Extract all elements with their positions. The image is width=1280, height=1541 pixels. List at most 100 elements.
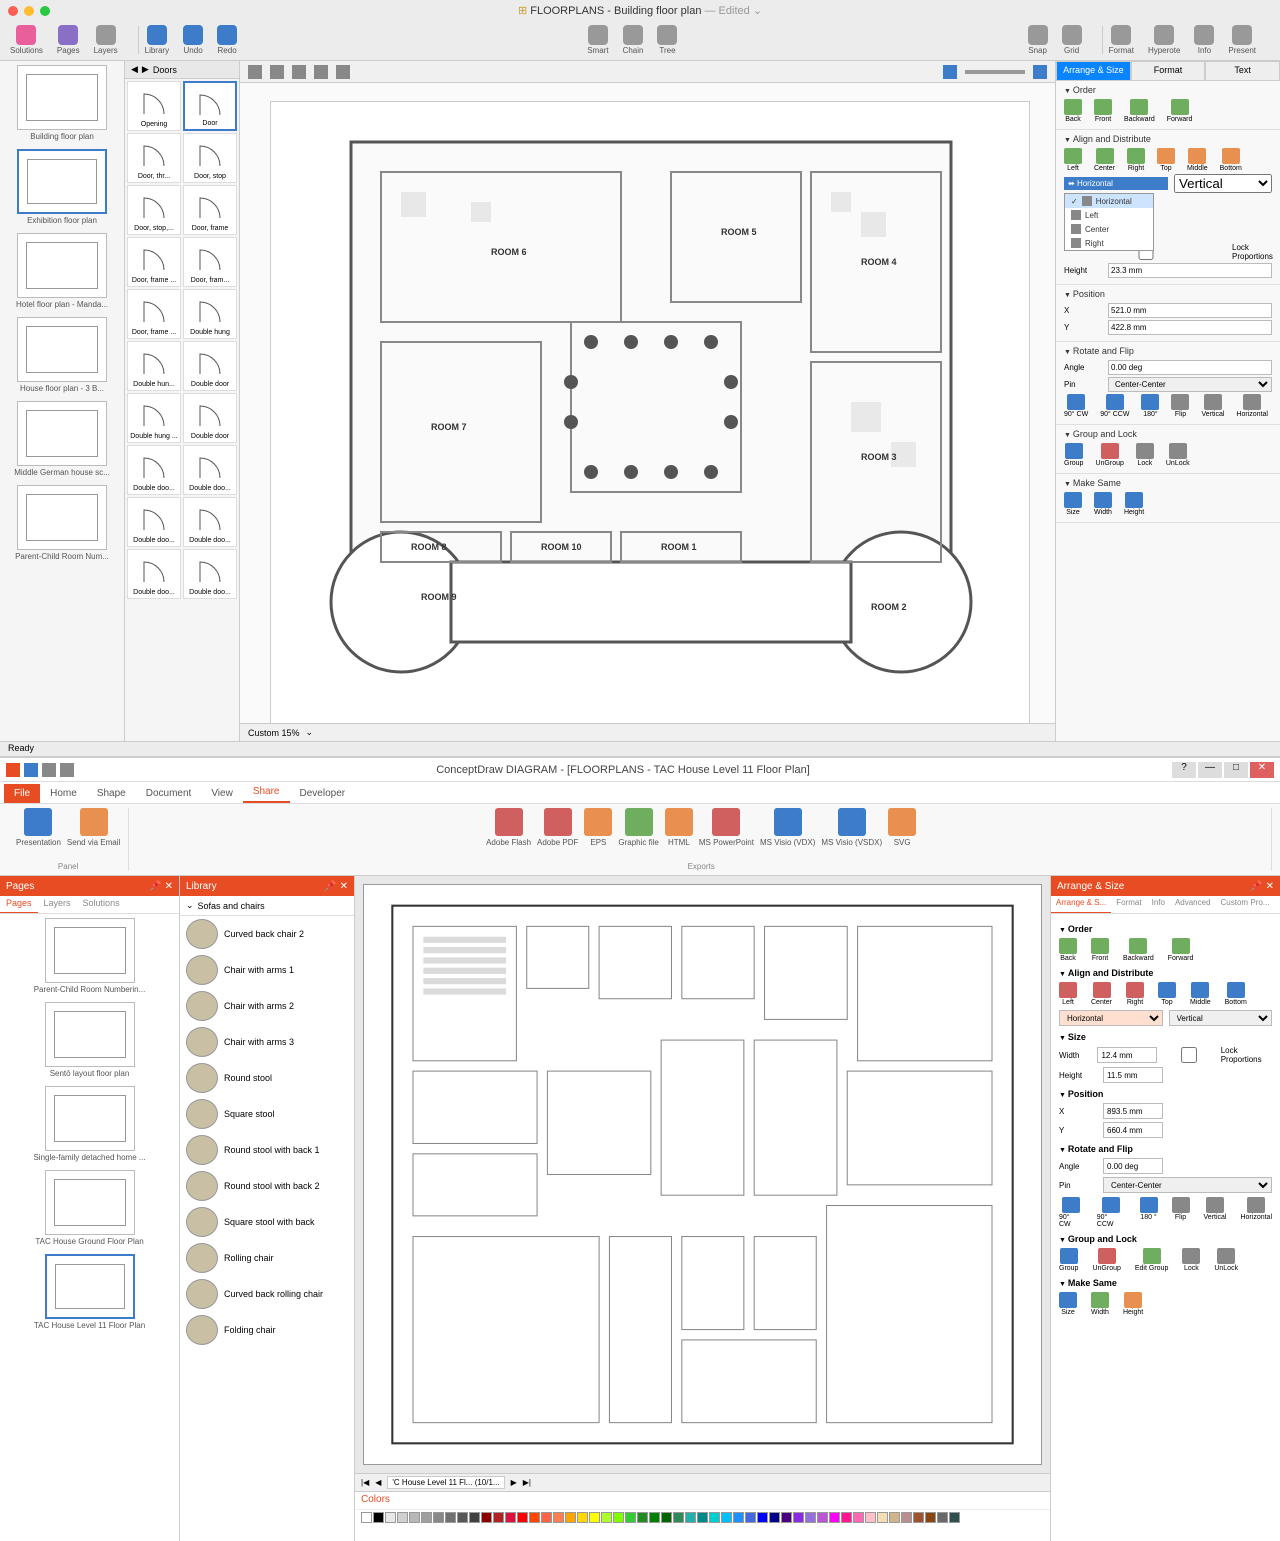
group-button[interactable]: Group (1059, 1248, 1078, 1272)
ribbon-presentation-button[interactable]: Presentation (16, 808, 61, 862)
ribbon-send-via-email-button[interactable]: Send via Email (67, 808, 120, 862)
edit-group-button[interactable]: Edit Group (1135, 1248, 1168, 1272)
page-thumbnail[interactable]: Building floor plan (4, 65, 120, 141)
color-swatch[interactable] (781, 1512, 792, 1523)
toolbar-grid-button[interactable]: Grid (1062, 25, 1082, 55)
color-swatch[interactable] (577, 1512, 588, 1523)
color-swatch[interactable] (745, 1512, 756, 1523)
color-swatch[interactable] (805, 1512, 816, 1523)
vertical-align-select[interactable]: Vertical (1169, 1010, 1273, 1026)
color-swatch[interactable] (457, 1512, 468, 1523)
horizontal-align-dropdown[interactable]: ⬌ Horizontal ✓ HorizontalLeftCenterRight (1064, 177, 1168, 190)
toolbar-info-button[interactable]: Info (1194, 25, 1214, 55)
size-button[interactable]: Size (1059, 1292, 1077, 1316)
lock-proportions-checkbox[interactable] (1163, 1047, 1214, 1063)
dropdown-item-right[interactable]: Right (1065, 236, 1153, 250)
save-icon[interactable] (24, 763, 38, 777)
x-input[interactable] (1103, 1103, 1163, 1119)
library-shape[interactable]: Double hun... (127, 341, 181, 391)
page-thumbnail[interactable]: TAC House Level 11 Floor Plan (4, 1254, 175, 1330)
flip-button[interactable]: Flip (1172, 1197, 1190, 1228)
ribbon-ms-visio-vdx--button[interactable]: MS Visio (VDX) (760, 808, 815, 862)
text-tool-icon[interactable] (270, 65, 284, 79)
zoom-slider[interactable] (965, 70, 1025, 74)
toolbar-snap-button[interactable]: Snap (1028, 25, 1048, 55)
color-swatch[interactable] (433, 1512, 444, 1523)
group-button[interactable]: Group (1064, 443, 1083, 467)
library-item[interactable]: Chair with arms 3 (180, 1024, 354, 1060)
color-swatch[interactable] (685, 1512, 696, 1523)
zoom-in-icon[interactable] (1033, 65, 1047, 79)
library-shape[interactable]: Double doo... (127, 549, 181, 599)
color-swatch[interactable] (769, 1512, 780, 1523)
dropdown-item-horizontal[interactable]: ✓ Horizontal (1065, 194, 1153, 208)
ribbon-tab-developer[interactable]: Developer (290, 784, 356, 803)
color-swatch[interactable] (721, 1512, 732, 1523)
180--button[interactable]: 180° (1141, 394, 1159, 418)
sheet-tab[interactable]: 'C House Level 11 Fl... (10/1... (387, 1476, 504, 1489)
ribbon-graphic-file-button[interactable]: Graphic file (618, 808, 658, 862)
prop-tab-arrange-&-s-[interactable]: Arrange & S... (1051, 896, 1111, 913)
page-thumbnail[interactable]: Parent-Child Room Num... (4, 485, 120, 561)
ribbon-ms-visio-vsdx--button[interactable]: MS Visio (VSDX) (821, 808, 882, 862)
library-shape[interactable]: Double doo... (127, 445, 181, 495)
dropdown-item-center[interactable]: Center (1065, 222, 1153, 236)
top-button[interactable]: Top (1157, 148, 1175, 172)
library-shape[interactable]: Double door (183, 393, 237, 443)
90-cw-button[interactable]: 90° CW (1064, 394, 1088, 418)
subtab-layers[interactable]: Layers (38, 896, 77, 913)
redo-icon[interactable] (60, 763, 74, 777)
page-thumbnail[interactable]: Hotel floor plan - Manda... (4, 233, 120, 309)
page-thumbnail[interactable]: Single-family detached home ... (4, 1086, 175, 1162)
vertical-align-dropdown[interactable]: Vertical (1174, 174, 1272, 193)
color-swatch[interactable] (853, 1512, 864, 1523)
90-ccw-button[interactable]: 90° CCW (1100, 394, 1129, 418)
height-button[interactable]: Height (1123, 1292, 1143, 1316)
library-item[interactable]: Chair with arms 1 (180, 952, 354, 988)
library-shape[interactable]: Double hung ... (127, 393, 181, 443)
library-item[interactable]: Square stool (180, 1096, 354, 1132)
minimize-icon[interactable]: — (1198, 762, 1222, 778)
ribbon-tab-file[interactable]: File (4, 784, 40, 803)
pointer-tool-icon[interactable] (248, 65, 262, 79)
toolbar-pages-button[interactable]: Pages (57, 25, 80, 55)
color-swatch[interactable] (565, 1512, 576, 1523)
angle-input[interactable] (1103, 1158, 1163, 1174)
unlock-button[interactable]: UnLock (1166, 443, 1190, 467)
height-input[interactable] (1108, 263, 1272, 278)
back-icon[interactable]: ◀ (131, 64, 138, 75)
undo-icon[interactable] (42, 763, 56, 777)
color-swatch[interactable] (421, 1512, 432, 1523)
vertical-button[interactable]: Vertical (1204, 1197, 1227, 1228)
horizontal-button[interactable]: Horizontal (1236, 394, 1268, 418)
color-swatch[interactable] (625, 1512, 636, 1523)
library-shape[interactable]: Door, frame ... (127, 237, 181, 287)
library-shape[interactable]: Door, frame (183, 185, 237, 235)
library-shape[interactable]: Door (183, 81, 237, 131)
pin-select[interactable]: Center-Center (1103, 1177, 1272, 1193)
tab-arrange[interactable]: Arrange & Size (1056, 61, 1131, 81)
back-button[interactable]: Back (1064, 99, 1082, 123)
library-category-select[interactable]: ⌄ Sofas and chairs (180, 896, 354, 916)
toolbar-smart-button[interactable]: Smart (587, 25, 608, 55)
library-shape[interactable]: Double doo... (183, 497, 237, 547)
color-swatch[interactable] (937, 1512, 948, 1523)
library-shape[interactable]: Double doo... (183, 445, 237, 495)
toolbar-solutions-button[interactable]: Solutions (10, 25, 43, 55)
library-shape[interactable]: Door, stop,... (127, 185, 181, 235)
color-swatch[interactable] (733, 1512, 744, 1523)
y-input[interactable] (1103, 1122, 1163, 1138)
section-group[interactable]: Group and Lock (1059, 1234, 1272, 1244)
zoom-out-icon[interactable] (943, 65, 957, 79)
ribbon-ms-powerpoint-button[interactable]: MS PowerPoint (699, 808, 754, 862)
center-button[interactable]: Center (1094, 148, 1115, 172)
color-swatch[interactable] (601, 1512, 612, 1523)
color-swatch[interactable] (637, 1512, 648, 1523)
color-swatch[interactable] (649, 1512, 660, 1523)
forward-button[interactable]: Forward (1168, 938, 1194, 962)
toolbar-chain-button[interactable]: Chain (623, 25, 644, 55)
color-swatch[interactable] (889, 1512, 900, 1523)
close-icon[interactable]: ✕ (1250, 762, 1274, 778)
color-swatch[interactable] (385, 1512, 396, 1523)
forward-button[interactable]: Forward (1167, 99, 1193, 123)
